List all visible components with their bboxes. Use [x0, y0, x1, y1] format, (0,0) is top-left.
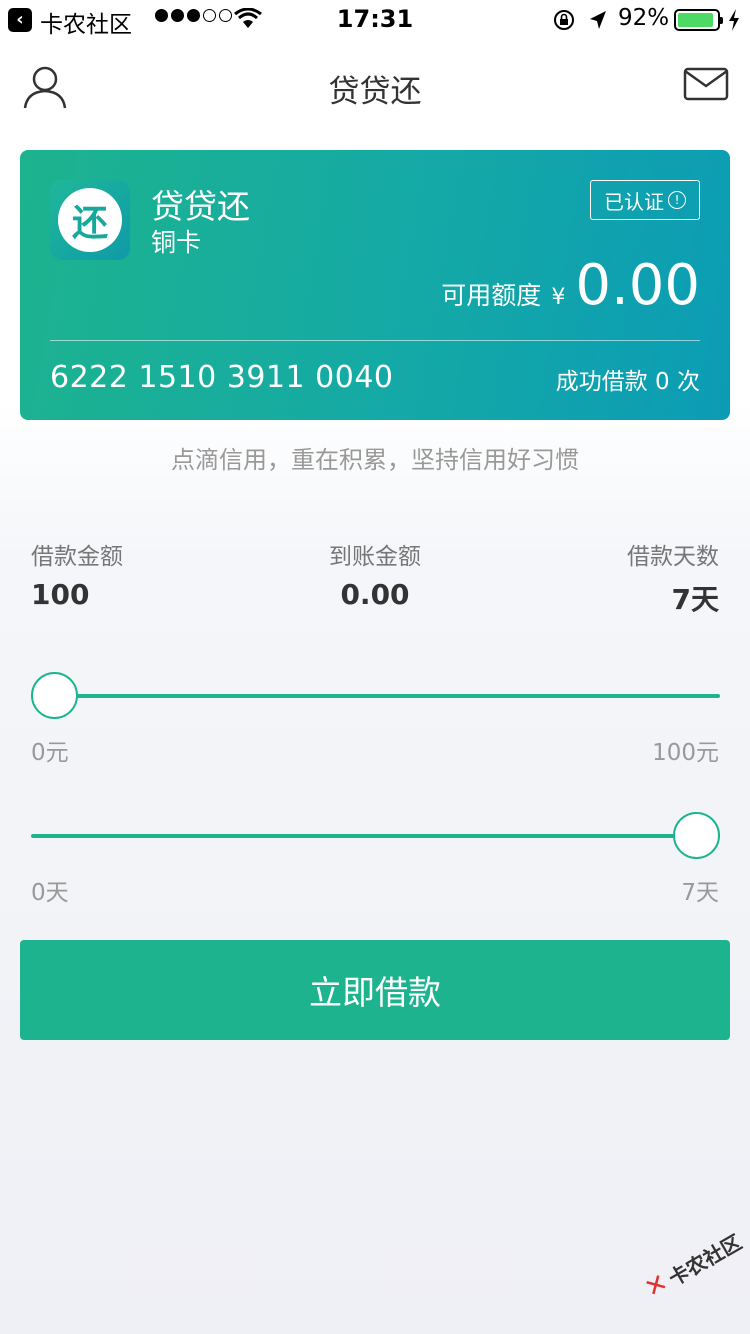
- card-tier: 铜卡: [151, 228, 202, 257]
- rotation-lock-icon: [554, 10, 574, 30]
- days-slider-thumb[interactable]: [673, 812, 720, 859]
- mail-icon[interactable]: [683, 67, 729, 101]
- battery-icon: [674, 9, 723, 31]
- credit-label: 可用额度: [441, 281, 542, 310]
- status-bar: ‹ 卡农社区 17:31 92%: [0, 0, 750, 40]
- credit-amount: 0.00: [575, 253, 700, 318]
- currency-symbol: ¥: [551, 285, 566, 310]
- days-slider-track[interactable]: [31, 834, 720, 838]
- amount-slider-track[interactable]: [31, 694, 720, 698]
- battery-level: [678, 13, 713, 27]
- navigation-bar: 贷贷还: [0, 40, 750, 130]
- watermark-text: 卡农社区: [664, 1229, 746, 1291]
- days-min-label: 0天: [31, 880, 69, 906]
- days-max-label: 7天: [681, 880, 719, 906]
- verified-badge[interactable]: 已认证 !: [590, 180, 700, 220]
- battery-tip: [720, 17, 723, 24]
- verified-label: 已认证: [604, 189, 664, 214]
- card-divider: [50, 340, 700, 341]
- card-app-name: 贷贷还: [151, 187, 250, 226]
- slogan: 点滴信用，重在积累，坚持信用好习惯: [171, 446, 579, 474]
- amount-max-label: 100元: [652, 740, 719, 766]
- credit-card[interactable]: 还 贷贷还 铜卡 已认证 ! 可用额度 ¥ 0.00 6222 1510 391…: [20, 150, 730, 420]
- loan-days-value: 7天: [671, 583, 719, 616]
- page-title: 贷贷还: [328, 74, 422, 110]
- amount-min-label: 0元: [31, 740, 69, 766]
- loan-days-label: 借款天数: [627, 544, 719, 570]
- amount-slider-thumb[interactable]: [31, 672, 78, 719]
- available-credit: 可用额度 ¥ 0.00: [441, 258, 700, 314]
- location-arrow-icon: [590, 11, 606, 29]
- app-logo-glyph: 还: [58, 188, 122, 252]
- app-logo: 还: [50, 180, 130, 260]
- borrow-now-button[interactable]: 立即借款: [20, 940, 730, 1040]
- battery-percent: 92%: [618, 5, 670, 31]
- received-amount-value: 0.00: [340, 578, 410, 611]
- charging-bolt-icon: [729, 9, 739, 31]
- card-number: 6222 1510 3911 0040: [50, 360, 394, 395]
- successful-loans-count: 成功借款 0 次: [555, 369, 700, 395]
- info-icon: !: [668, 191, 686, 209]
- watermark: ✕ 卡农社区: [640, 1226, 747, 1304]
